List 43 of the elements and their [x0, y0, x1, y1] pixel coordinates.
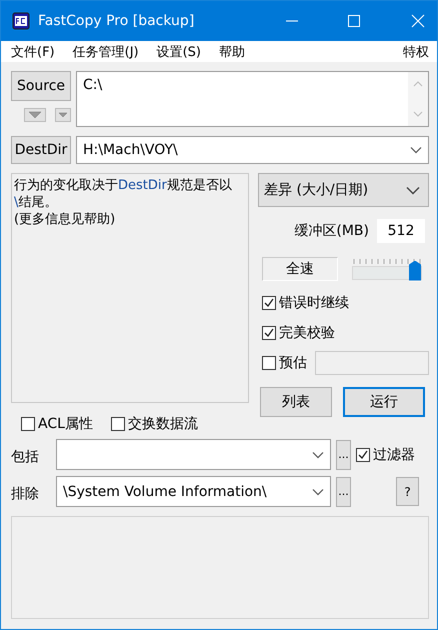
app-icon [12, 12, 30, 30]
info-text: 行为的变化取决于DestDir规范是否以 \结尾。 (更多信息见帮助) [14, 177, 233, 228]
filter-label: 包括 [11, 448, 40, 466]
filter-field[interactable] [56, 439, 331, 470]
help-button[interactable]: ? [396, 477, 419, 506]
chevron-down-icon[interactable] [410, 146, 422, 154]
action-button[interactable]: 列表 [260, 387, 332, 417]
checkbox[interactable]: 交换数据流 [110, 415, 198, 433]
checkmark-icon [263, 297, 275, 309]
checkbox[interactable]: 错误时继续 [262, 294, 349, 312]
checkbox[interactable]: 过滤器 [356, 446, 415, 464]
action-button[interactable]: 运行 [343, 387, 425, 417]
buffer-label: 缓冲区(MB) [294, 222, 369, 240]
destdir-field[interactable]: H:\Mach\VOY\ [76, 136, 429, 164]
tick-marks [353, 258, 421, 264]
mode-dropdown[interactable]: 差异 (大小/日期) [258, 173, 429, 207]
chevron-down-icon[interactable] [312, 450, 324, 458]
checkbox[interactable]: 预估 [262, 354, 307, 372]
dropdown-icon[interactable] [55, 108, 71, 122]
speed-label: 全速 [262, 257, 338, 281]
destdir-button[interactable]: DestDir [11, 136, 71, 164]
chevron-down-icon[interactable] [406, 186, 420, 194]
source-button[interactable]: Source [11, 71, 71, 101]
checkbox[interactable]: ACL属性 [21, 415, 93, 433]
menu-item[interactable]: 文件(F) [11, 42, 55, 60]
menu-item[interactable]: 设置(S) [156, 42, 202, 60]
close-icon[interactable] [411, 14, 425, 28]
speed-slider[interactable] [352, 258, 422, 280]
dropdown-icon[interactable] [24, 108, 46, 122]
filter-field[interactable]: \System Volume Information\ [56, 476, 331, 507]
filter-label: 排除 [11, 484, 40, 502]
menu-item[interactable]: 帮助 [219, 42, 246, 60]
browse-button[interactable]: ... [336, 440, 351, 470]
checkmark-icon [263, 327, 275, 339]
menu-item[interactable]: 特权 [403, 42, 429, 60]
maximize-icon[interactable] [347, 14, 361, 28]
browse-button[interactable]: ... [336, 476, 351, 506]
menu-item[interactable]: 任务管理(J) [72, 42, 139, 60]
chevron-down-icon[interactable] [312, 488, 324, 496]
checkbox[interactable]: 完美校验 [262, 324, 335, 342]
buffer-input[interactable]: 512 [377, 219, 425, 243]
checkmark-icon [357, 448, 369, 460]
window-title: FastCopy Pro [backup] [38, 13, 196, 29]
